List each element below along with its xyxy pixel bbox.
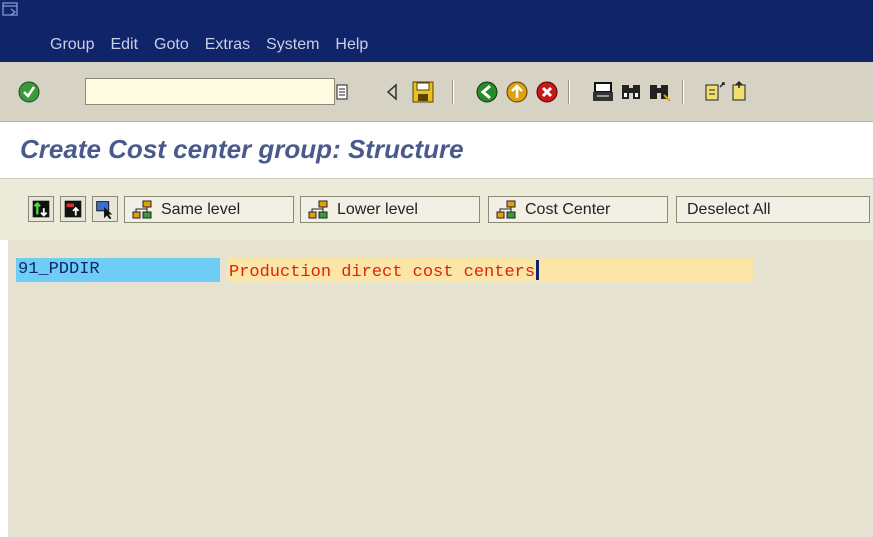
expand-subtree-icon[interactable] bbox=[28, 196, 54, 222]
title-area: Create Cost center group: Structure bbox=[0, 122, 873, 178]
hierarchy-icon bbox=[496, 200, 516, 218]
page-title: Create Cost center group: Structure bbox=[20, 134, 464, 164]
menu-group[interactable]: Group bbox=[50, 36, 94, 54]
back-icon[interactable] bbox=[474, 79, 500, 105]
find-icon[interactable] bbox=[618, 79, 644, 105]
find-next-icon[interactable] bbox=[646, 79, 672, 105]
same-level-label: Same level bbox=[161, 200, 241, 218]
toolbar-separator bbox=[682, 80, 684, 104]
print-icon[interactable] bbox=[590, 79, 616, 105]
previous-page-icon[interactable] bbox=[730, 79, 748, 105]
same-level-button[interactable]: Same level bbox=[124, 196, 294, 223]
cancel-icon[interactable] bbox=[534, 79, 560, 105]
group-node-description-field[interactable]: Production direct cost centers bbox=[227, 258, 753, 282]
menu-bar: Group Edit Goto Extras System Help bbox=[0, 0, 873, 62]
command-history-icon[interactable] bbox=[335, 84, 349, 100]
collapse-subtree-icon[interactable] bbox=[60, 196, 86, 222]
exit-icon[interactable] bbox=[504, 79, 530, 105]
lower-level-button[interactable]: Lower level bbox=[300, 196, 480, 223]
group-node-id[interactable]: 91_PDDIR bbox=[16, 258, 220, 282]
cost-center-button[interactable]: Cost Center bbox=[488, 196, 668, 223]
deselect-all-button[interactable]: Deselect All bbox=[676, 196, 870, 223]
standard-toolbar bbox=[0, 62, 873, 122]
menu-edit[interactable]: Edit bbox=[110, 36, 138, 54]
menu-goto[interactable]: Goto bbox=[154, 36, 189, 54]
deselect-all-label: Deselect All bbox=[687, 200, 771, 218]
structure-tree: 91_PDDIR Production direct cost centers bbox=[8, 240, 873, 537]
command-field[interactable] bbox=[85, 78, 335, 105]
hierarchy-icon bbox=[132, 200, 152, 218]
menu-help[interactable]: Help bbox=[335, 36, 368, 54]
first-page-icon[interactable] bbox=[702, 79, 728, 105]
hierarchy-icon bbox=[308, 200, 328, 218]
group-node-description: Production direct cost centers bbox=[229, 263, 536, 282]
cost-center-label: Cost Center bbox=[525, 200, 611, 218]
menu-system[interactable]: System bbox=[266, 36, 319, 54]
text-cursor bbox=[536, 260, 540, 280]
select-subtree-icon[interactable] bbox=[92, 196, 118, 222]
menu-extras[interactable]: Extras bbox=[205, 36, 250, 54]
lower-level-label: Lower level bbox=[337, 200, 418, 218]
system-menu-icon[interactable] bbox=[2, 2, 18, 16]
toolbar-separator bbox=[452, 80, 454, 104]
application-toolbar: Same level Lower level Cost Center Desel… bbox=[0, 178, 873, 240]
left-margin bbox=[0, 240, 8, 537]
save-icon[interactable] bbox=[410, 79, 436, 105]
toolbar-separator bbox=[568, 80, 570, 104]
collapse-arrow-icon[interactable] bbox=[384, 79, 400, 105]
enter-icon[interactable] bbox=[16, 79, 42, 105]
